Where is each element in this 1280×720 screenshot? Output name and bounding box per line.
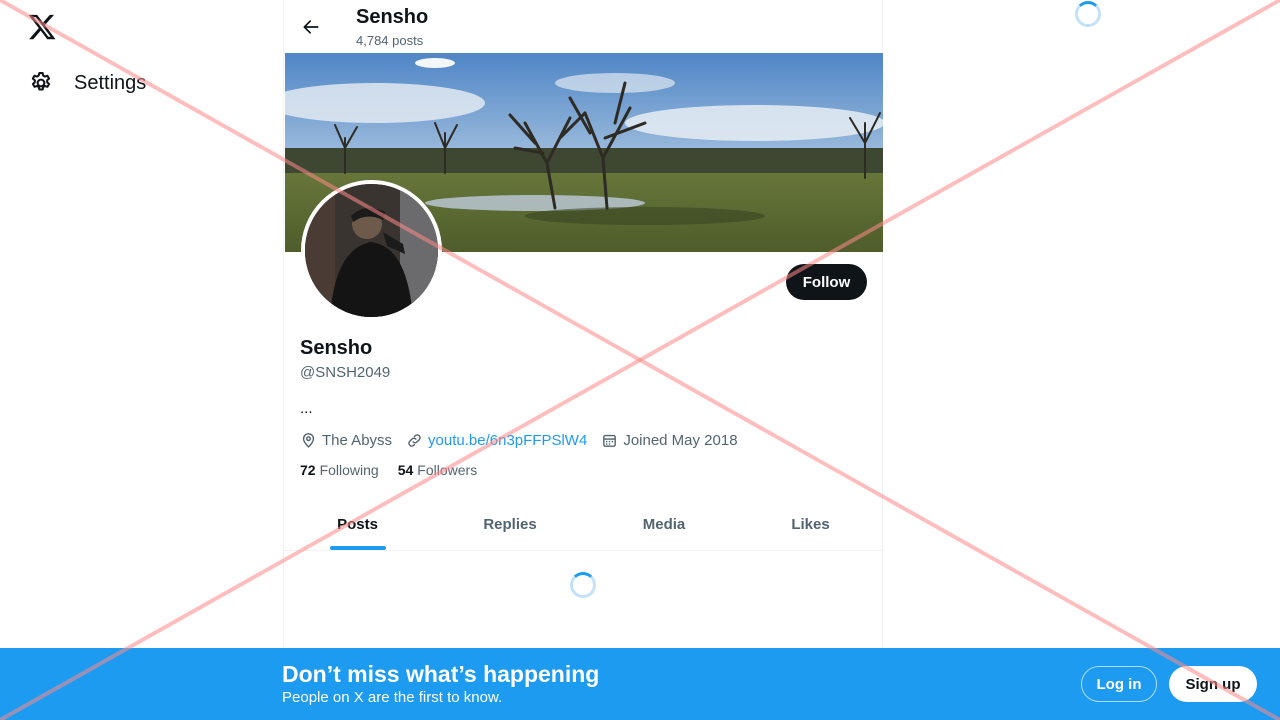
profile-link: youtu.be/6n3pFFPSlW4 [406, 432, 587, 449]
sidebar-loading-spinner [1075, 1, 1101, 27]
settings-nav-item[interactable]: Settings [28, 66, 146, 100]
followers-count: 54 [397, 462, 414, 478]
signup-banner: Don’t miss what’s happening People on X … [0, 648, 1280, 720]
calendar-icon [603, 434, 617, 447]
location-pin-icon [302, 432, 315, 448]
followers-label: Followers [417, 462, 478, 478]
banner-title: Don’t miss what’s happening [282, 661, 600, 687]
login-button[interactable]: Log in [1081, 666, 1157, 702]
gear-icon [31, 72, 51, 91]
tab-replies-label: Replies [483, 515, 537, 533]
tab-likes[interactable]: Likes [739, 498, 882, 550]
link-icon [408, 433, 421, 447]
header-title: Sensho [356, 6, 429, 28]
following-stat[interactable]: 72 Following [300, 462, 379, 478]
profile-stats: 72 Following 54 Followers [300, 462, 496, 478]
tab-replies[interactable]: Replies [431, 498, 589, 550]
following-count: 72 [300, 462, 316, 478]
following-label: Following [319, 462, 379, 478]
profile-avatar[interactable] [301, 180, 442, 321]
back-button[interactable] [298, 14, 324, 40]
tab-media[interactable]: Media [589, 498, 739, 550]
profile-link-url[interactable]: youtu.be/6n3pFFPSlW4 [428, 432, 587, 449]
active-tab-indicator [329, 546, 386, 550]
arrow-left-icon [303, 20, 319, 34]
x-logo-icon[interactable] [27, 12, 57, 42]
profile-header-bar: Sensho 4,784 posts [284, 0, 882, 53]
profile-tabs: Posts Replies Media Likes [284, 498, 882, 551]
tab-likes-label: Likes [791, 515, 830, 533]
tab-posts-label: Posts [337, 515, 378, 533]
tab-media-label: Media [642, 515, 686, 533]
profile-handle: @SNSH2049 [300, 364, 391, 381]
followers-stat[interactable]: 54 Followers [398, 462, 477, 478]
profile-meta: The Abyss youtu.be/6n3pFFPSlW4 Joined Ma… [300, 430, 752, 450]
banner-subtitle: People on X are the first to know. [282, 689, 503, 706]
profile-bio: ... [300, 400, 313, 417]
avatar-photo [305, 184, 438, 317]
follow-button[interactable]: Follow [786, 264, 867, 300]
joined-text: Joined May 2018 [623, 431, 738, 449]
signup-button[interactable]: Sign up [1169, 666, 1257, 702]
feed-loading-spinner [570, 572, 596, 598]
profile-name: Sensho [300, 337, 373, 359]
left-nav: Settings [0, 0, 284, 720]
profile-location: The Abyss [300, 432, 392, 449]
profile-column: Sensho 4,784 posts Follow Sensho @SNSH20… [283, 0, 883, 720]
tab-posts[interactable]: Posts [284, 498, 431, 550]
settings-label: Settings [74, 71, 147, 94]
header-post-count: 4,784 posts [356, 33, 424, 48]
location-text: The Abyss [322, 431, 393, 449]
profile-joined: Joined May 2018 [601, 431, 738, 449]
